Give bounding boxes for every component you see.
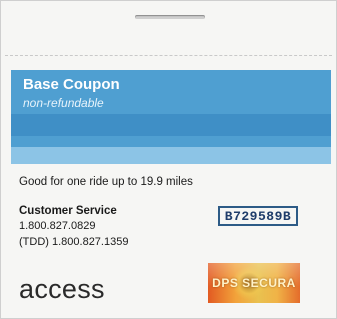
customer-service-label: Customer Service [19, 205, 117, 217]
perforation-line [5, 55, 332, 56]
serial-number: B729589B [218, 206, 298, 226]
banner-stripe [11, 136, 331, 147]
coupon-card: Base Coupon non-refundable Good for one … [0, 0, 337, 319]
banner-stripe [11, 147, 331, 164]
banner-stripe [11, 114, 331, 136]
customer-service-tdd: (TDD) 1.800.827.1359 [19, 236, 129, 248]
customer-service-phone: 1.800.827.0829 [19, 220, 96, 232]
ride-limit-text: Good for one ride up to 19.9 miles [19, 176, 193, 188]
punch-slot [135, 15, 205, 19]
coupon-title: Base Coupon [23, 76, 120, 93]
security-hologram: DPS SECURA [208, 263, 300, 303]
coupon-subtitle: non-refundable [23, 96, 104, 110]
access-logo: access [19, 274, 105, 304]
hologram-text: DPS SECURA [212, 276, 296, 290]
coupon-banner: Base Coupon non-refundable [11, 70, 331, 164]
